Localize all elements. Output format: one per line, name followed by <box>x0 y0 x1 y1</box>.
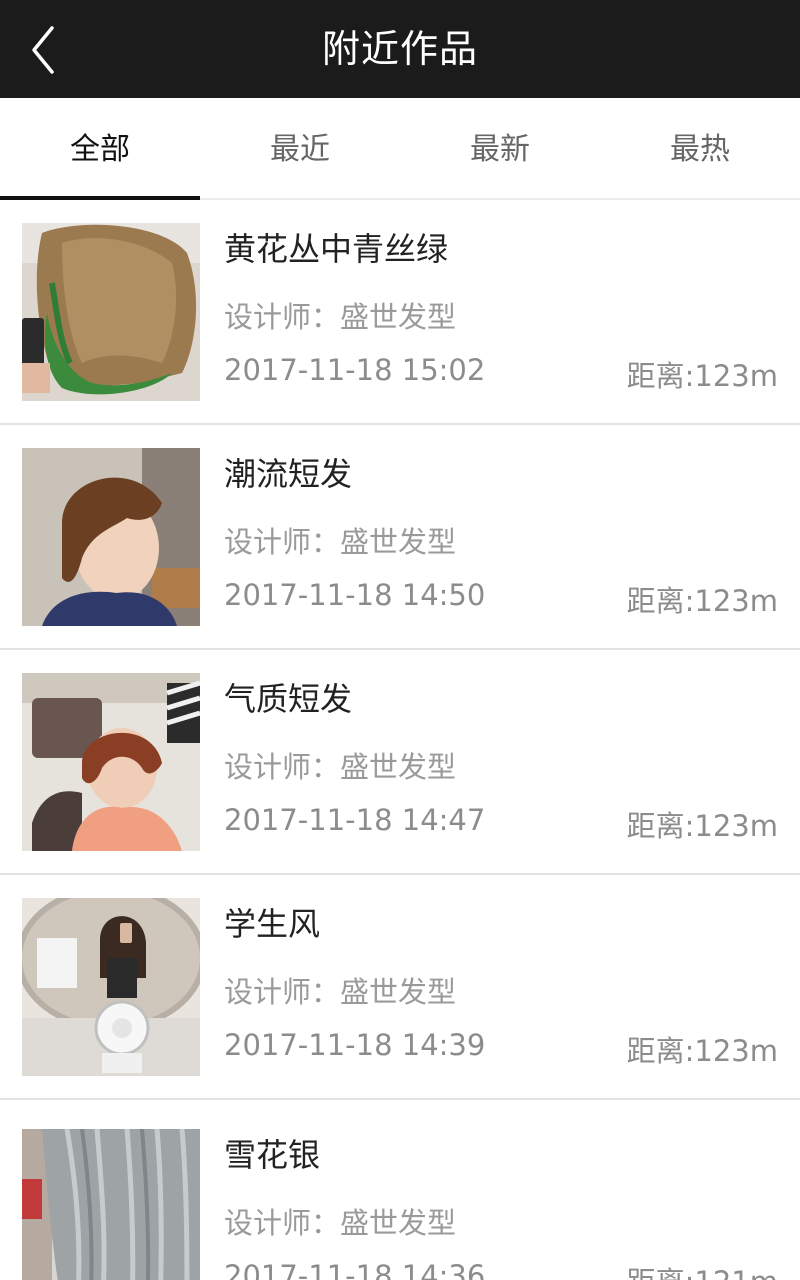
distance-label: 距离:123m <box>626 809 778 843</box>
timestamp: 2017-11-18 14:36 <box>224 1259 486 1280</box>
work-thumbnail <box>22 448 200 626</box>
tab-nearest[interactable]: 最近 <box>200 98 400 198</box>
designer-label: 设计师：盛世发型 <box>224 975 457 1009</box>
work-title: 雪花银 <box>224 1136 321 1174</box>
tab-newest[interactable]: 最新 <box>400 98 600 198</box>
distance-label: 距离:123m <box>626 1034 778 1068</box>
work-thumbnail <box>22 898 200 1076</box>
timestamp: 2017-11-18 14:47 <box>224 803 486 837</box>
list-item[interactable]: 学生风 设计师：盛世发型 2017-11-18 14:39 距离:123m <box>0 875 800 1100</box>
distance-label: 距离:123m <box>626 584 778 618</box>
timestamp: 2017-11-18 15:02 <box>224 353 486 387</box>
work-title: 学生风 <box>224 905 321 943</box>
work-title: 黄花丛中青丝绿 <box>224 230 449 268</box>
work-thumbnail <box>22 223 200 401</box>
top-bar: 附近作品 <box>0 0 800 98</box>
work-thumbnail <box>22 673 200 851</box>
list-item[interactable]: 雪花银 设计师：盛世发型 2017-11-18 14:36 距离:121m <box>0 1106 800 1280</box>
list-item[interactable]: 潮流短发 设计师：盛世发型 2017-11-18 14:50 距离:123m <box>0 425 800 650</box>
tab-hottest[interactable]: 最热 <box>600 98 800 198</box>
designer-label: 设计师：盛世发型 <box>224 750 457 784</box>
list-item[interactable]: 气质短发 设计师：盛世发型 2017-11-18 14:47 距离:123m <box>0 650 800 875</box>
timestamp: 2017-11-18 14:39 <box>224 1028 486 1062</box>
work-thumbnail <box>22 1129 200 1280</box>
distance-label: 距离:121m <box>627 1259 778 1280</box>
work-title: 潮流短发 <box>224 455 353 493</box>
tab-all[interactable]: 全部 <box>0 98 200 200</box>
distance-label: 距离:123m <box>626 359 778 393</box>
timestamp: 2017-11-18 14:50 <box>224 578 486 612</box>
page-title: 附近作品 <box>321 27 478 71</box>
list-item[interactable]: 黄花丛中青丝绿 设计师：盛世发型 2017-11-18 15:02 距离:123… <box>0 200 800 425</box>
filter-tabs: 全部 最近 最新 最热 <box>0 98 800 200</box>
designer-label: 设计师：盛世发型 <box>224 1206 457 1240</box>
works-list: 黄花丛中青丝绿 设计师：盛世发型 2017-11-18 15:02 距离:123… <box>0 200 800 1280</box>
designer-label: 设计师：盛世发型 <box>224 300 457 334</box>
work-title: 气质短发 <box>224 680 353 718</box>
designer-label: 设计师：盛世发型 <box>224 525 457 559</box>
